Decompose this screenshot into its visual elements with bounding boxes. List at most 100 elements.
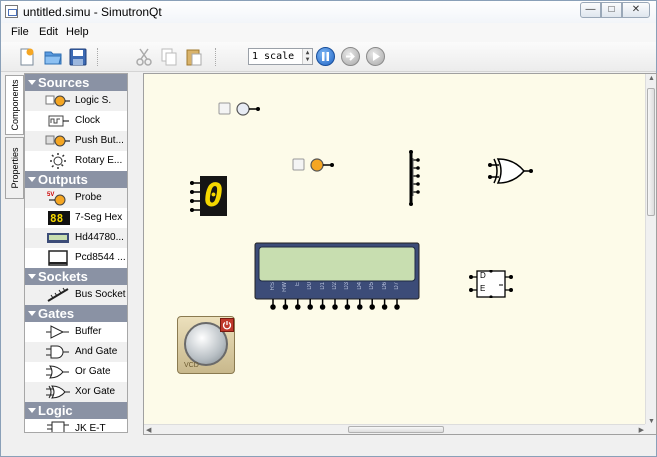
component-label: Clock — [75, 115, 101, 126]
component-bus-socket[interactable]: Bus Socket — [25, 285, 127, 305]
circuit-view[interactable]: 0 RS RW E D0 D1 D2 D3 D4 D5 D6 D7 D E VC… — [143, 73, 657, 435]
category-label: Logic — [38, 403, 73, 418]
scroll-left-arrow[interactable]: ◀ — [146, 426, 151, 434]
lcd-component[interactable]: RS RW E D0 D1 D2 D3 D4 D5 D6 D7 — [254, 242, 420, 312]
horizontal-scrollbar[interactable]: ◀ ▶ — [144, 424, 646, 434]
horizontal-scroll-thumb[interactable] — [348, 426, 444, 433]
copy-icon[interactable] — [159, 47, 179, 67]
component-label: Probe — [75, 192, 102, 203]
menu-file[interactable]: File — [11, 26, 29, 38]
component-7seg-hex[interactable]: 88 7-Seg Hex — [25, 208, 127, 228]
toolbar-separator — [215, 48, 217, 66]
open-folder-icon[interactable] — [43, 47, 63, 67]
category-label: Gates — [38, 306, 75, 321]
or-gate-icon — [46, 365, 69, 379]
logic-source-component[interactable] — [218, 100, 262, 118]
component-label: Hd44780... — [75, 232, 124, 243]
seven-segment-display[interactable]: 0 — [190, 174, 230, 218]
menu-help[interactable]: Help — [66, 26, 89, 38]
component-label: Pcd8544 ... — [75, 252, 126, 263]
close-button[interactable]: ✕ — [622, 2, 650, 18]
component-rotary-encoder[interactable]: Rotary E... — [25, 151, 127, 171]
bus-socket-icon — [47, 287, 69, 302]
paste-icon[interactable] — [184, 47, 204, 67]
lcd-pin-label: RW — [282, 282, 289, 292]
lcd-pin-label: E — [294, 282, 301, 287]
step-icon — [346, 52, 355, 61]
component-jk-flipflop[interactable]: JK E-T — [25, 419, 127, 433]
vcd-probe-component[interactable]: VCD — [177, 316, 235, 374]
lcd-pin-label: D3 — [344, 282, 351, 290]
lcd-pin-label: D5 — [369, 282, 376, 290]
svg-text:88: 88 — [50, 212, 63, 225]
category-outputs[interactable]: Outputs — [25, 171, 127, 188]
component-clock[interactable]: Clock — [25, 111, 127, 131]
component-logic-source[interactable]: Logic S. — [25, 91, 127, 111]
vertical-scrollbar[interactable]: ▲ ▼ — [645, 74, 656, 426]
component-buffer[interactable]: Buffer — [25, 322, 127, 342]
component-label: Buffer — [75, 326, 102, 337]
seven-segment-digit: 0 — [203, 176, 224, 214]
component-hd44780[interactable]: Hd44780... — [25, 228, 127, 248]
component-label: Xor Gate — [75, 386, 116, 397]
xor-gate-icon — [46, 385, 70, 399]
cut-icon[interactable] — [134, 47, 154, 67]
play-icon — [373, 52, 380, 61]
category-logic[interactable]: Logic — [25, 402, 127, 419]
speed-value: 1 scale — [252, 51, 295, 62]
maximize-button[interactable]: □ — [601, 2, 622, 18]
menu-edit[interactable]: Edit — [39, 26, 58, 38]
push-button-component[interactable] — [292, 156, 336, 174]
lcd-pin-label: D4 — [356, 282, 363, 290]
lcd-pin-label: D1 — [319, 282, 326, 290]
category-sources[interactable]: Sources — [25, 74, 127, 91]
probe-icon: 5V — [47, 192, 66, 206]
xor-gate-component[interactable] — [488, 156, 534, 186]
collapse-icon — [28, 80, 36, 85]
category-sockets[interactable]: Sockets — [25, 268, 127, 285]
category-gates[interactable]: Gates — [25, 305, 127, 322]
component-xor-gate[interactable]: Xor Gate — [25, 382, 127, 402]
pause-button[interactable] — [316, 47, 335, 66]
bus-socket-component[interactable] — [404, 150, 422, 206]
new-file-icon[interactable] — [17, 47, 37, 67]
lcd-pin-row: RS RW E D0 D1 D2 D3 D4 D5 D6 D7 — [254, 242, 420, 312]
app-icon — [5, 5, 18, 18]
component-or-gate[interactable]: Or Gate — [25, 362, 127, 382]
minimize-button[interactable]: — — [580, 2, 601, 18]
graphic-lcd-icon — [48, 250, 68, 266]
rotary-encoder-icon — [50, 153, 66, 169]
play-button[interactable] — [366, 47, 385, 66]
side-tabs: Components Properties — [5, 75, 24, 205]
component-probe[interactable]: 5V Probe — [25, 188, 127, 208]
component-label: JK E-T — [75, 423, 106, 433]
lcd-pin-label: D2 — [332, 282, 338, 290]
dff-d-label: D — [480, 271, 486, 280]
spinbox-arrows[interactable]: ▲ ▼ — [302, 49, 312, 64]
vcd-power-button[interactable] — [220, 318, 234, 332]
component-push-button[interactable]: Push But... — [25, 131, 127, 151]
buffer-gate-icon — [46, 325, 69, 339]
logic-source-icon — [45, 95, 70, 107]
circuit-canvas[interactable]: 0 RS RW E D0 D1 D2 D3 D4 D5 D6 D7 D E VC… — [144, 74, 646, 426]
tab-components[interactable]: Components — [5, 75, 24, 135]
scroll-right-arrow[interactable]: ▶ — [639, 426, 644, 434]
dff-e-label: E — [480, 284, 486, 293]
component-and-gate[interactable]: And Gate — [25, 342, 127, 362]
pause-icon — [322, 52, 329, 61]
tab-components-label: Components — [10, 79, 20, 131]
component-label: Bus Socket — [75, 289, 126, 300]
panel-splitter[interactable] — [129, 73, 143, 433]
speed-spinbox[interactable]: 1 scale ▲ ▼ — [248, 48, 313, 65]
step-button[interactable] — [341, 47, 360, 66]
tab-properties[interactable]: Properties — [5, 137, 24, 199]
save-icon[interactable] — [68, 47, 88, 67]
collapse-icon — [28, 177, 36, 182]
title-bar: untitled.simu - SimutronQt — □ ✕ — [1, 1, 656, 23]
d-flipflop-component[interactable] — [469, 270, 515, 298]
vertical-scroll-thumb[interactable] — [647, 88, 655, 216]
push-button-icon — [45, 135, 70, 147]
app-window: untitled.simu - SimutronQt — □ ✕ File Ed… — [0, 0, 657, 457]
component-pcd8544[interactable]: Pcd8544 ... — [25, 248, 127, 268]
scroll-up-arrow[interactable]: ▲ — [648, 75, 655, 82]
